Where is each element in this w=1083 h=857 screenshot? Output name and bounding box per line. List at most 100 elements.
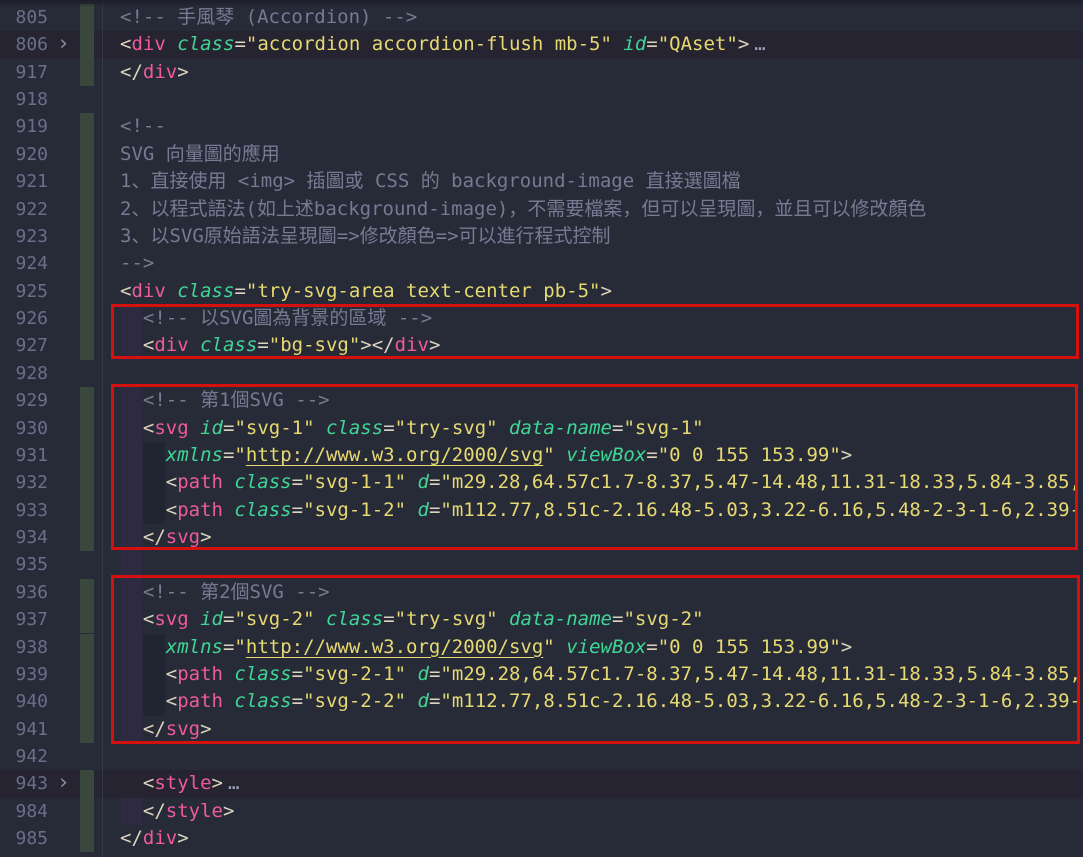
code-text: <!-- 第2個SVG --> [120,579,330,606]
code-line[interactable]: 917</div> [0,59,1083,86]
code-editor-pane[interactable]: 805<!-- 手風琴 (Accordion) -->806›<div clas… [0,0,1083,857]
folded-code-ellipsis[interactable]: … [228,772,240,794]
code-line[interactable]: 928 [0,360,1083,387]
code-token: "try-svg" [395,417,498,439]
code-line[interactable]: 933 <path class="svg-1-2" d="m112.77,8.5… [0,497,1083,524]
line-number[interactable]: 941 [0,716,48,743]
line-number[interactable]: 925 [0,278,48,305]
line-number[interactable]: 935 [0,551,48,578]
git-added-gutter-mark [80,250,94,277]
code-token: = [429,471,440,493]
code-line[interactable]: 924--> [0,250,1083,277]
line-number[interactable]: 919 [0,113,48,140]
code-line[interactable]: 920SVG 向量圖的應用 [0,141,1083,168]
code-line[interactable]: 939 <path class="svg-2-1" d="m29.28,64.5… [0,661,1083,688]
code-line[interactable]: 934 </svg> [0,524,1083,551]
code-token: class [234,690,291,712]
line-number[interactable]: 928 [0,360,48,387]
line-number[interactable]: 920 [0,141,48,168]
code-token: class [200,334,257,356]
code-text: <style>… [120,770,240,797]
line-number[interactable]: 931 [0,442,48,469]
code-line[interactable]: 943 › <style>… [0,770,1083,797]
code-token [406,690,417,712]
code-line[interactable]: 925<div class="try-svg-area text-center … [0,278,1083,305]
code-line[interactable]: 918 [0,86,1083,113]
line-number[interactable]: 929 [0,387,48,414]
line-number[interactable]: 932 [0,469,48,496]
code-token: " [543,636,554,658]
line-number[interactable]: 934 [0,524,48,551]
code-token: id [623,33,646,55]
line-number[interactable]: 918 [0,86,48,113]
code-line[interactable]: 941 </svg> [0,716,1083,743]
line-number[interactable]: 985 [0,825,48,852]
code-line[interactable]: 919<!-- [0,113,1083,140]
code-line[interactable]: 935 [0,551,1083,578]
line-number[interactable]: 921 [0,168,48,195]
line-number[interactable]: 806 [0,31,48,58]
line-number[interactable]: 926 [0,305,48,332]
line-number[interactable]: 984 [0,798,48,825]
code-token: > [223,800,234,822]
code-line[interactable]: 9222、以程式語法(如上述background-image)，不需要檔案，但可… [0,196,1083,223]
code-token: "bg-svg" [269,334,361,356]
code-line[interactable]: 938 xmlns="http://www.w3.org/2000/svg" v… [0,634,1083,661]
code-token: > [360,334,371,356]
git-added-gutter-mark [80,524,94,551]
code-line[interactable]: 927 <div class="bg-svg"></div> [0,332,1083,359]
code-text: <!-- 第1個SVG --> [120,387,330,414]
code-token: = [429,663,440,685]
code-token [120,389,143,411]
code-text: xmlns="http://www.w3.org/2000/svg" viewB… [120,634,852,661]
code-line[interactable]: 932 <path class="svg-1-1" d="m29.28,64.5… [0,469,1083,496]
code-token: < [120,417,154,439]
fold-chevron-icon[interactable]: › [57,30,70,57]
line-number[interactable]: 943 [0,770,48,797]
code-line[interactable]: 984 </style> [0,798,1083,825]
code-token: "m29.28,64.57c1.7-8.37,5.47-14.48,11.31-… [440,471,1083,493]
code-token: < [120,471,177,493]
code-token: 1、直接使用 <img> 插圖或 CSS 的 background-image … [120,170,741,192]
line-number[interactable]: 940 [0,688,48,715]
line-number[interactable]: 924 [0,250,48,277]
line-number[interactable]: 936 [0,579,48,606]
line-number[interactable]: 930 [0,415,48,442]
code-token: svg [166,718,200,740]
git-added-gutter-mark [80,579,94,606]
line-number[interactable]: 933 [0,497,48,524]
code-token [555,636,566,658]
folded-code-ellipsis[interactable]: … [754,33,766,55]
code-line[interactable]: 929 <!-- 第1個SVG --> [0,387,1083,414]
code-line[interactable]: 937 <svg id="svg-2" class="try-svg" data… [0,606,1083,633]
code-line[interactable]: 985</div> [0,825,1083,852]
code-token: "try-svg" [395,608,498,630]
line-number[interactable]: 938 [0,634,48,661]
line-number[interactable]: 927 [0,332,48,359]
code-line[interactable]: 806›<div class="accordion accordion-flus… [0,31,1083,58]
line-number[interactable]: 937 [0,606,48,633]
line-number[interactable]: 922 [0,196,48,223]
line-number[interactable]: 939 [0,661,48,688]
fold-chevron-icon[interactable]: › [57,769,70,796]
code-line[interactable]: 9233、以SVG原始語法呈現圖=>修改顏色=>可以進行程式控制 [0,223,1083,250]
code-line[interactable]: 805<!-- 手風琴 (Accordion) --> [0,4,1083,31]
line-number[interactable]: 923 [0,223,48,250]
code-token [120,581,143,603]
code-line[interactable]: 921 1、直接使用 <img> 插圖或 CSS 的 background-ima… [0,168,1083,195]
code-line[interactable]: 926 <!-- 以SVG圖為背景的區域 --> [0,305,1083,332]
code-line[interactable]: 930 <svg id="svg-1" class="try-svg" data… [0,415,1083,442]
code-line[interactable]: 942 [0,743,1083,770]
code-line[interactable]: 940 <path class="svg-2-2" d="m112.77,8.5… [0,688,1083,715]
line-number[interactable]: 805 [0,4,48,31]
line-number[interactable]: 942 [0,743,48,770]
code-token: = [223,608,234,630]
code-token: "try-svg-area text-center pb-5" [246,280,601,302]
code-token [498,417,509,439]
code-line[interactable]: 931 xmlns="http://www.w3.org/2000/svg" v… [0,442,1083,469]
git-added-gutter-mark [80,716,94,743]
git-added-gutter-mark [80,223,94,250]
line-number[interactable]: 917 [0,59,48,86]
code-token: <!-- 第1個SVG --> [143,389,330,411]
code-line[interactable]: 936 <!-- 第2個SVG --> [0,579,1083,606]
